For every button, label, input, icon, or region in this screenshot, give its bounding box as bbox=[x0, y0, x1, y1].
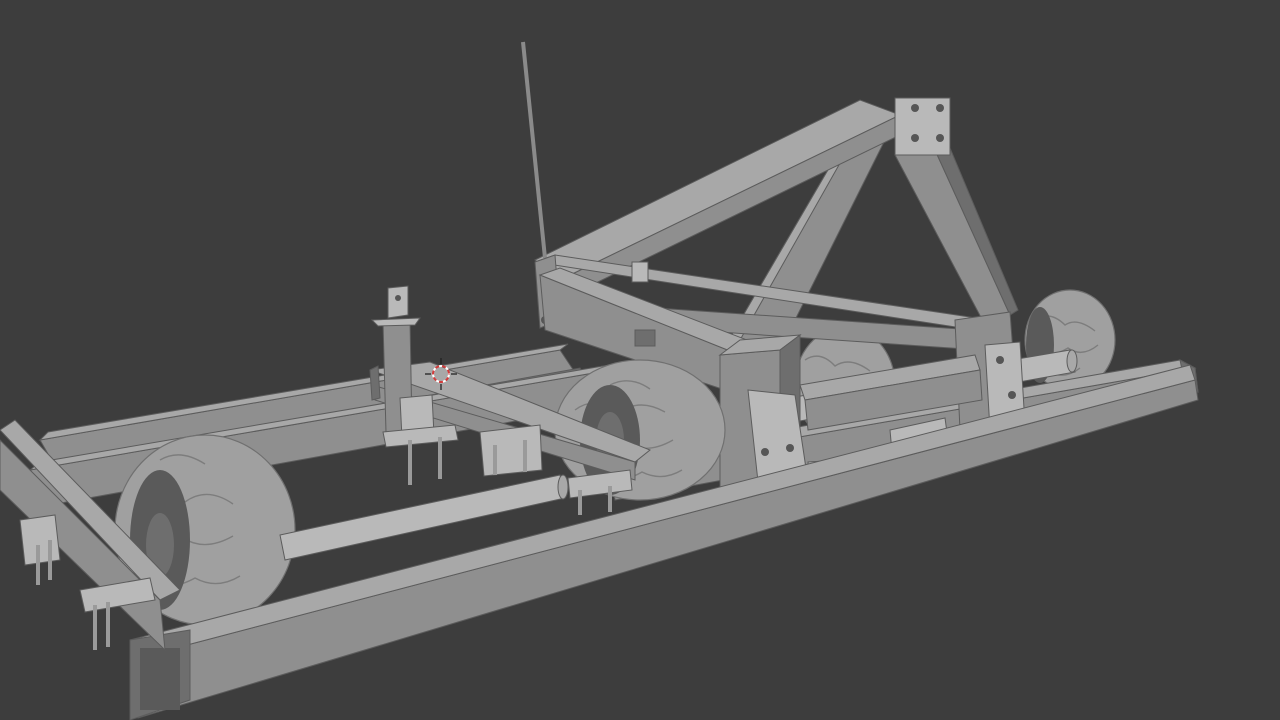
trailer-model[interactable] bbox=[0, 0, 1280, 720]
3d-viewport[interactable] bbox=[0, 0, 1280, 720]
a-frame-top-plate[interactable] bbox=[894, 97, 951, 156]
u-bolt-set-mid[interactable] bbox=[479, 424, 543, 477]
antenna-rod[interactable] bbox=[521, 41, 547, 259]
u-bolt-set-left[interactable] bbox=[382, 424, 459, 485]
a-frame-right-leg[interactable] bbox=[894, 147, 1019, 326]
